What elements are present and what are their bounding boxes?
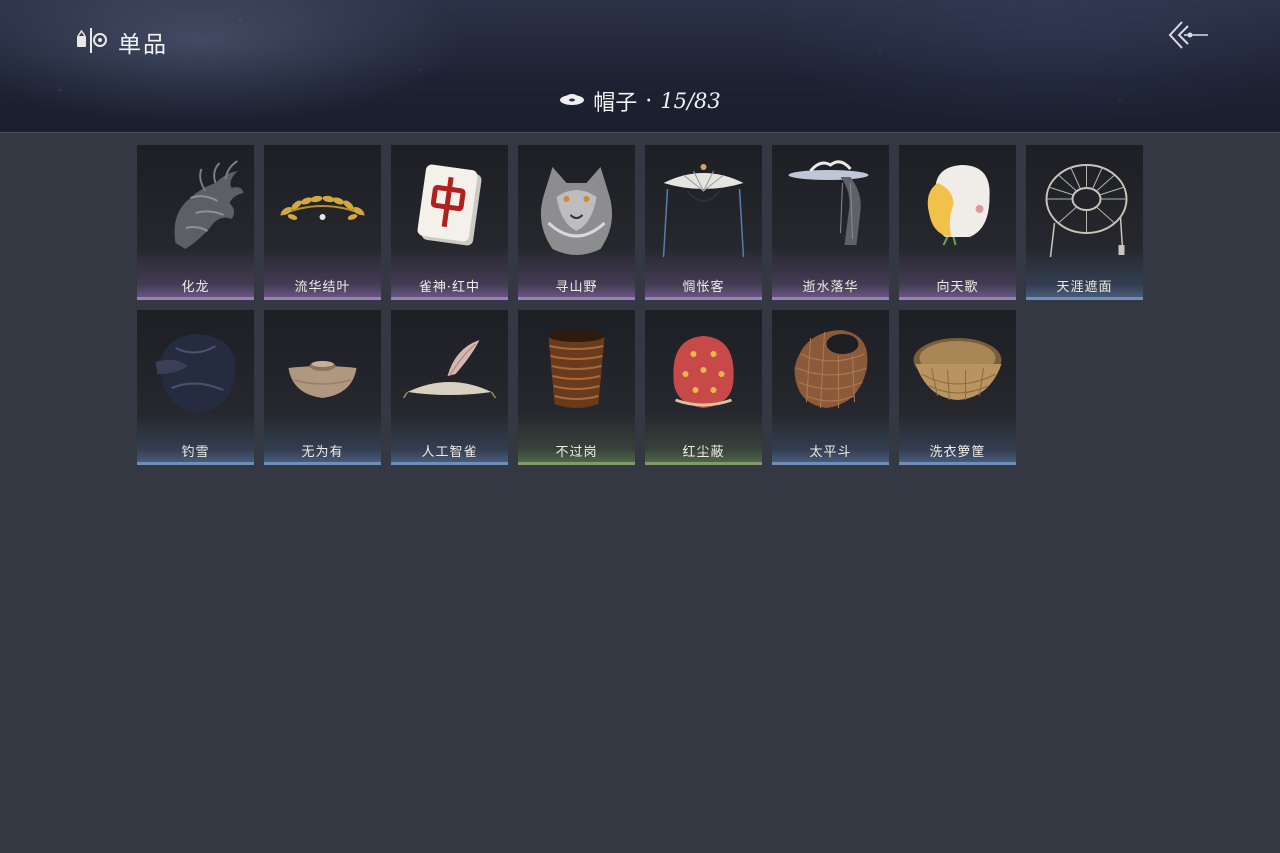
item-card[interactable]: 无为有 (264, 310, 381, 465)
item-name: 寻山野 (555, 280, 598, 295)
veiled-hat-icon (662, 164, 745, 258)
golden-laurel-icon (280, 195, 365, 220)
item-grid: 化龙 流华结叶 雀神·红中 寻山野 惆怅客 逝水落华 向天歌 天涯遮面 钓雪 无… (137, 145, 1143, 465)
collection-count: 15/83 (660, 89, 721, 113)
back-arrow-icon (1168, 21, 1208, 49)
hat-icon (559, 91, 585, 111)
bamboo-basket-icon (794, 330, 868, 409)
item-card[interactable]: 向天歌 (899, 145, 1016, 300)
item-name: 化龙 (181, 280, 210, 295)
item-card[interactable]: 人工智雀 (391, 310, 508, 465)
dragon-hat-icon (174, 160, 244, 249)
item-card[interactable]: 逝水落华 (772, 145, 889, 300)
wolf-hood-icon (540, 167, 613, 255)
page-title: 单品 (118, 32, 168, 58)
goose-hood-icon (927, 165, 990, 246)
item-name: 逝水落华 (802, 280, 859, 295)
item-card[interactable]: 钓雪 (137, 310, 254, 465)
item-name: 向天歌 (936, 280, 979, 295)
page-title-group: 单品 (74, 25, 168, 59)
back-button[interactable] (1166, 18, 1210, 52)
item-card[interactable]: 洗衣箩筐 (899, 310, 1016, 465)
item-name: 无为有 (301, 445, 344, 460)
item-card[interactable]: 不过岗 (518, 310, 635, 465)
red-hood-icon (673, 336, 734, 408)
item-name: 人工智雀 (421, 445, 478, 460)
stacked-bowls-icon (548, 330, 605, 408)
ornate-hat-icon (788, 160, 869, 245)
item-name: 雀神·红中 (418, 280, 481, 295)
category-header: 帽子 · 15/83 (0, 86, 1280, 116)
item-name: 红尘蔽 (682, 445, 725, 460)
item-card[interactable]: 红尘蔽 (645, 310, 762, 465)
item-name: 不过岗 (555, 445, 598, 460)
laundry-basket-icon (913, 338, 1002, 401)
item-name: 洗衣箩筐 (929, 445, 986, 460)
dark-hood-icon (155, 334, 236, 414)
item-card[interactable]: 流华结叶 (264, 145, 381, 300)
item-card[interactable]: 惆怅客 (645, 145, 762, 300)
item-card[interactable]: 雀神·红中 (391, 145, 508, 300)
item-name: 天涯遮面 (1056, 280, 1113, 295)
item-card[interactable]: 天涯遮面 (1026, 145, 1143, 300)
item-card[interactable]: 化龙 (137, 145, 254, 300)
feather-hat-icon (402, 340, 497, 399)
item-name: 惆怅客 (682, 280, 725, 295)
wardrobe-icon (74, 25, 108, 59)
category-label: 帽子 (593, 91, 638, 116)
wicker-frame-icon (1045, 164, 1128, 258)
item-name: 钓雪 (181, 445, 210, 460)
item-name: 太平斗 (809, 445, 852, 460)
item-name: 流华结叶 (294, 280, 351, 295)
clay-bowl-icon (288, 361, 357, 398)
mahjong-tile-icon (417, 164, 482, 246)
item-card[interactable]: 太平斗 (772, 310, 889, 465)
category-separator: · (645, 88, 653, 114)
item-card[interactable]: 寻山野 (518, 145, 635, 300)
